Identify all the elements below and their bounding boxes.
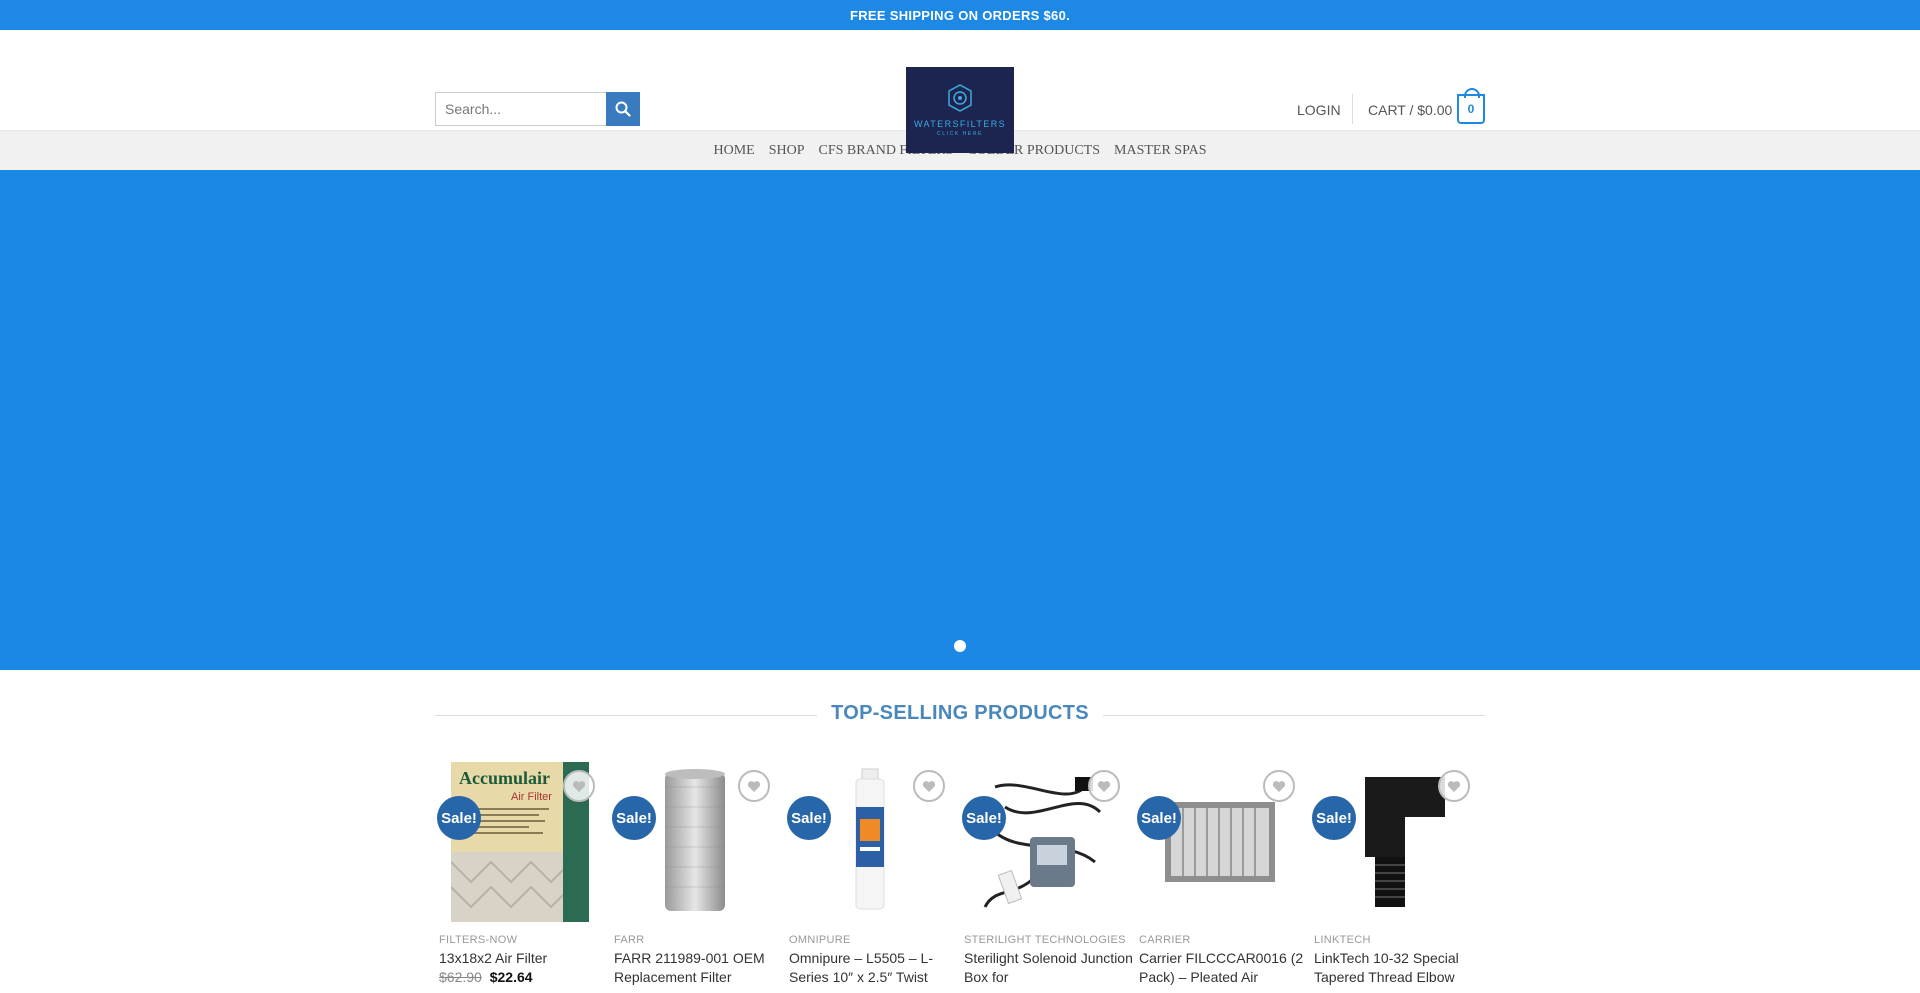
heart-icon bbox=[747, 780, 761, 792]
header-divider bbox=[1352, 94, 1353, 124]
logo-text: WATERSFILTERS bbox=[913, 119, 1007, 129]
heart-icon bbox=[572, 780, 586, 792]
heart-icon bbox=[1272, 780, 1286, 792]
product-title[interactable]: FARR 211989-001 OEM Replacement Filter bbox=[614, 949, 783, 987]
product-image[interactable]: Sale! bbox=[612, 762, 770, 922]
logo-subtext: CLICK HERE bbox=[936, 131, 983, 137]
wishlist-button[interactable] bbox=[1263, 770, 1295, 802]
heart-icon bbox=[1097, 780, 1111, 792]
wishlist-button[interactable] bbox=[563, 770, 595, 802]
product-category[interactable]: OMNIPURE bbox=[789, 934, 958, 946]
section-header: TOP-SELLING PRODUCTS bbox=[0, 670, 1920, 760]
product-category[interactable]: LINKTECH bbox=[1314, 934, 1483, 946]
sale-badge: Sale! bbox=[962, 796, 1006, 840]
product-image[interactable]: Sale! Accumulair Air Filter bbox=[437, 762, 595, 922]
free-shipping-text: FREE SHIPPING ON ORDERS $60. bbox=[849, 7, 1071, 23]
slider-dot[interactable] bbox=[954, 640, 966, 652]
cylinder-filter-image bbox=[665, 769, 725, 911]
cart-count-badge[interactable]: 0 bbox=[1457, 88, 1485, 124]
heart-icon bbox=[922, 780, 936, 792]
product-card[interactable]: Sale! Accumulair Air Filter FILTERS-NOW … bbox=[435, 762, 610, 987]
sale-price: $22.64 bbox=[489, 969, 533, 985]
site-header: WATERSFILTERS CLICK HERE LOGIN CART / $0… bbox=[0, 30, 1920, 153]
product-category[interactable]: CARRIER bbox=[1139, 934, 1308, 946]
logo-emblem-icon bbox=[948, 84, 972, 112]
wishlist-button[interactable] bbox=[913, 770, 945, 802]
sale-badge: Sale! bbox=[612, 796, 656, 840]
free-shipping-banner: FREE SHIPPING ON ORDERS $60. bbox=[0, 0, 1920, 30]
search-button[interactable] bbox=[606, 92, 640, 126]
product-card[interactable]: Sale! LINKTECH LinkTech 10-32 Special Ta… bbox=[1310, 762, 1485, 987]
cart-link[interactable]: CART / $0.00 bbox=[1368, 102, 1452, 118]
wishlist-button[interactable] bbox=[1088, 770, 1120, 802]
product-card[interactable]: Sale! CARRIER Carrier FILCCCAR0016 (2 Pa… bbox=[1135, 762, 1310, 987]
product-category[interactable]: STERILIGHT TECHNOLOGIES bbox=[964, 934, 1133, 946]
svg-text:Air Filter: Air Filter bbox=[511, 791, 552, 803]
product-title[interactable]: LinkTech 10-32 Special Tapered Thread El… bbox=[1314, 949, 1483, 987]
product-card[interactable]: Sale! STERILIGHT TECHNOLOGIES Sterilight… bbox=[960, 762, 1135, 987]
search-form bbox=[435, 92, 640, 126]
product-title[interactable]: 13x18x2 Air Filter bbox=[439, 949, 608, 968]
search-icon bbox=[615, 101, 631, 117]
product-card[interactable]: Sale! FARR FARR 211989-001 OEM Replaceme… bbox=[610, 762, 785, 987]
product-category[interactable]: FARR bbox=[614, 934, 783, 946]
product-title[interactable]: Sterilight Solenoid Junction Box for bbox=[964, 949, 1133, 987]
sale-badge: Sale! bbox=[437, 796, 481, 840]
heart-icon bbox=[1447, 780, 1461, 792]
elbow-fitting-image bbox=[1365, 777, 1445, 907]
wishlist-button[interactable] bbox=[738, 770, 770, 802]
old-price: $62.90 bbox=[439, 969, 482, 985]
svg-text:Accumulair: Accumulair bbox=[459, 768, 550, 788]
section-title: TOP-SELLING PRODUCTS bbox=[0, 702, 1920, 725]
search-input[interactable] bbox=[435, 92, 606, 126]
hero-slider[interactable] bbox=[0, 170, 1920, 670]
pleated-air-filter-image bbox=[1165, 802, 1275, 882]
product-image[interactable]: Sale! bbox=[962, 762, 1120, 922]
product-image[interactable]: Sale! bbox=[1137, 762, 1295, 922]
sale-badge: Sale! bbox=[787, 796, 831, 840]
wishlist-button[interactable] bbox=[1438, 770, 1470, 802]
sale-badge: Sale! bbox=[1137, 796, 1181, 840]
nav-item-master-spas[interactable]: MASTER SPAS bbox=[1114, 143, 1206, 159]
nav-item-shop[interactable]: SHOP bbox=[769, 143, 805, 159]
site-logo[interactable]: WATERSFILTERS CLICK HERE bbox=[906, 67, 1014, 153]
product-category[interactable]: FILTERS-NOW bbox=[439, 934, 608, 946]
product-list: Sale! Accumulair Air Filter FILTERS-NOW … bbox=[435, 762, 1485, 987]
product-card[interactable]: Sale! OMNIPURE Omnipure – L5505 – L-Seri… bbox=[785, 762, 960, 987]
nav-item-home[interactable]: HOME bbox=[713, 143, 754, 159]
login-link[interactable]: LOGIN bbox=[1297, 102, 1341, 118]
sale-badge: Sale! bbox=[1312, 796, 1356, 840]
product-price: $62.90 $22.64 bbox=[439, 969, 608, 985]
cartridge-filter-image bbox=[855, 768, 885, 910]
product-image[interactable]: Sale! bbox=[787, 762, 945, 922]
product-image[interactable]: Sale! bbox=[1312, 762, 1470, 922]
product-title[interactable]: Omnipure – L5505 – L-Series 10″ x 2.5″ T… bbox=[789, 949, 958, 987]
product-title[interactable]: Carrier FILCCCAR0016 (2 Pack) – Pleated … bbox=[1139, 949, 1308, 987]
